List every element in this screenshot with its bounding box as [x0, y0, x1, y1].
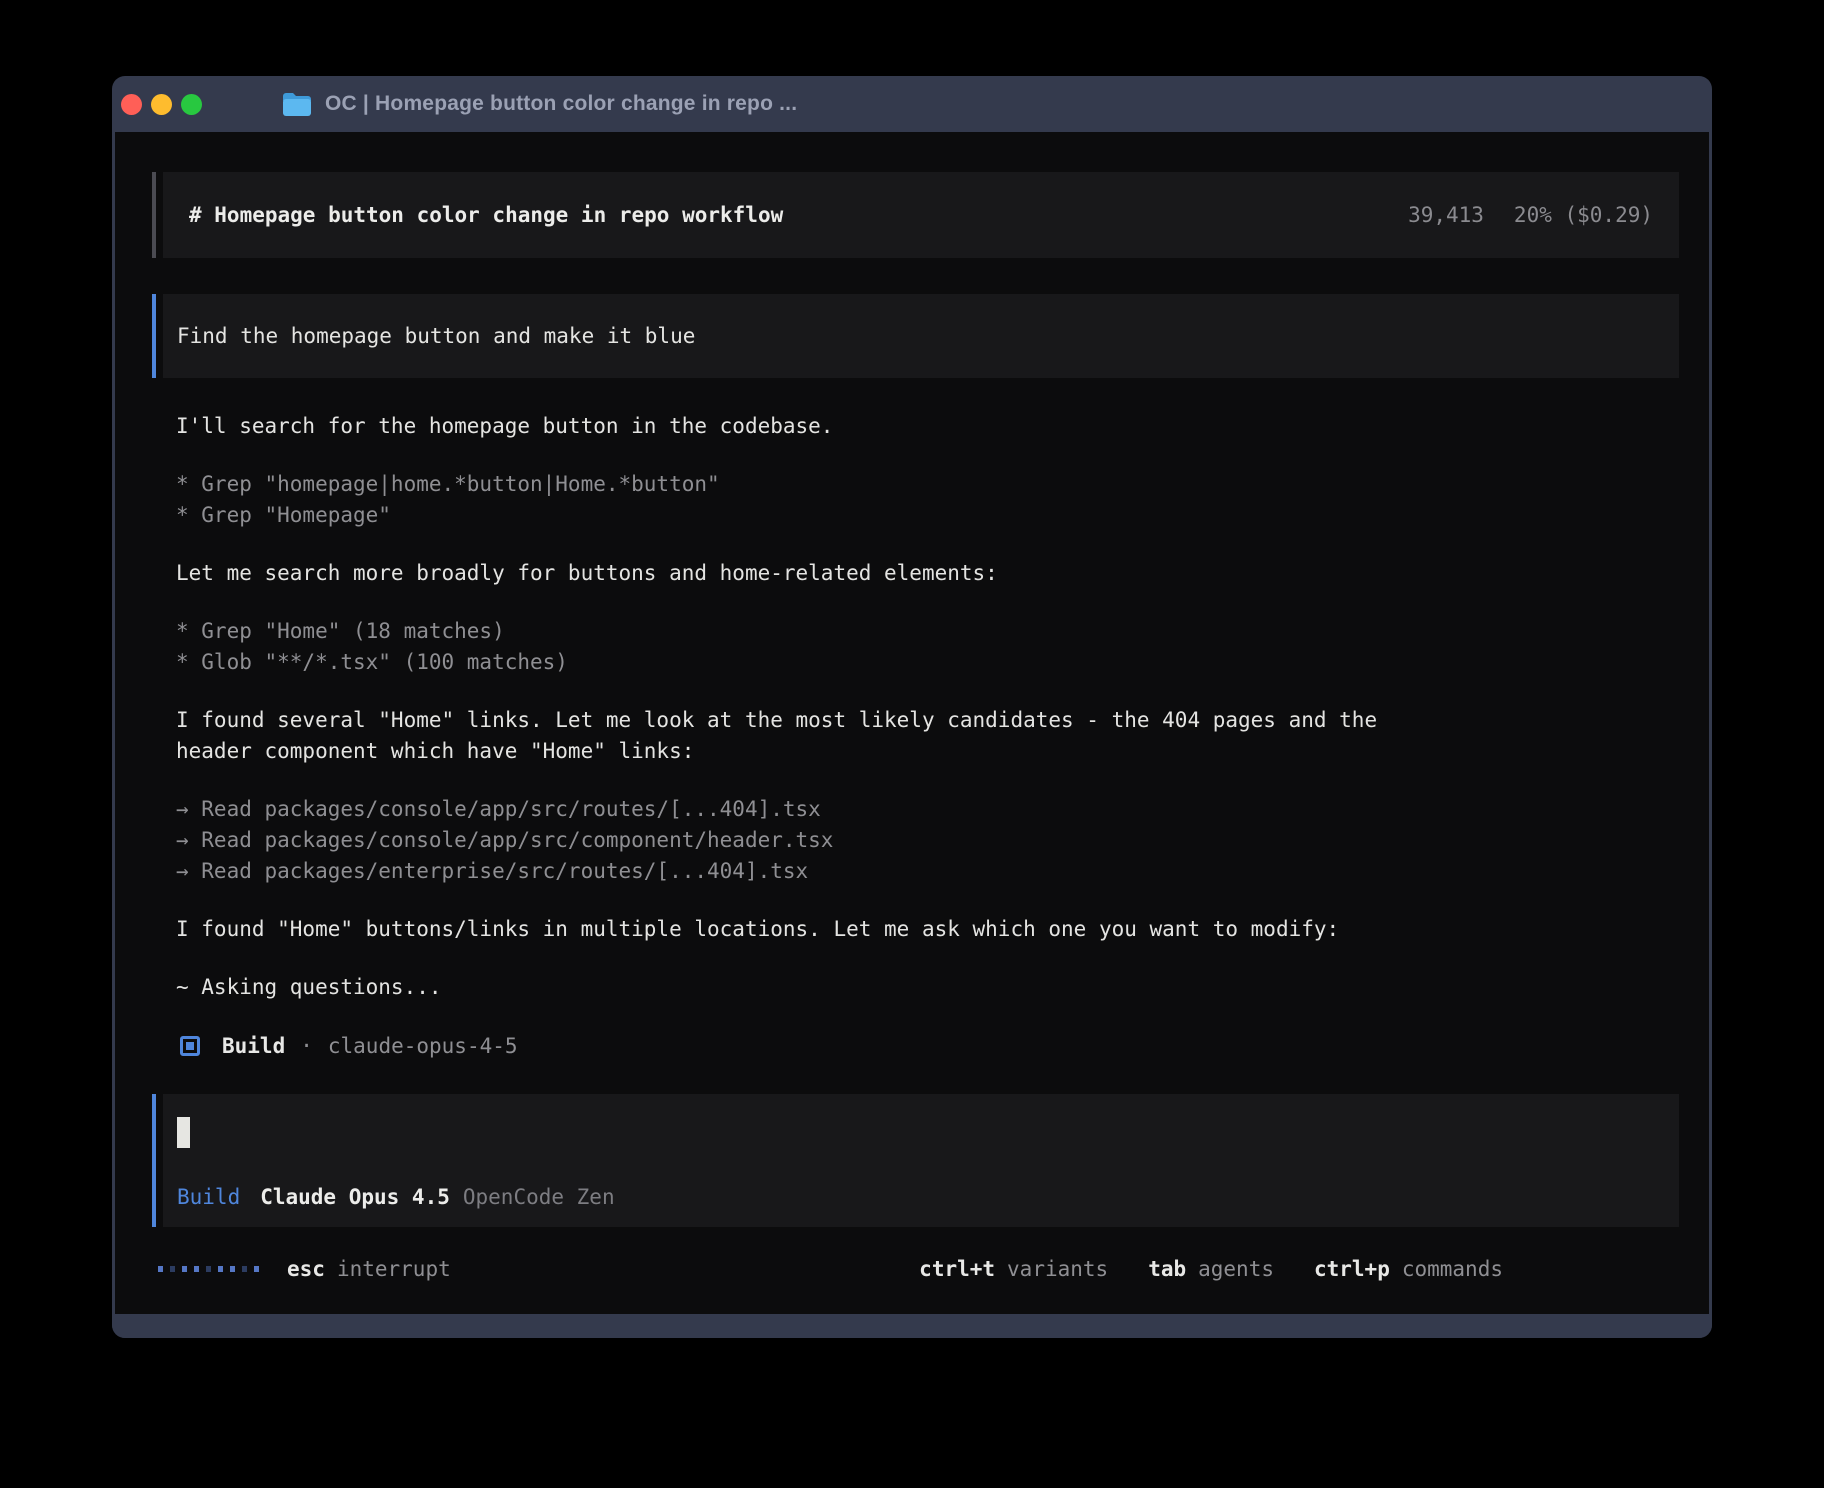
transcript-line: I found "Home" buttons/links in multiple… — [176, 914, 1679, 945]
spinner-dot — [242, 1266, 247, 1272]
agent-separator: · — [300, 1034, 313, 1058]
agent-name: Build — [222, 1034, 285, 1058]
token-count: 39,413 — [1408, 203, 1484, 227]
transcript-spacer — [176, 589, 1679, 616]
user-message-rail — [152, 294, 156, 378]
transcript-line: * Grep "homepage|home.*button|Home.*butt… — [176, 469, 1679, 500]
spinner-dot — [230, 1266, 235, 1272]
window-titlebar[interactable]: OC | Homepage button color change in rep… — [112, 76, 1712, 132]
composer-meta: Build Claude Opus 4.5 OpenCode Zen — [177, 1182, 1659, 1213]
keybind-key: ctrl+t — [919, 1257, 995, 1281]
folder-icon — [282, 92, 312, 117]
keybind-hint-interrupt: esc interrupt — [287, 1257, 451, 1281]
keybind-label: agents — [1198, 1257, 1274, 1281]
keybind-key: ctrl+p — [1314, 1257, 1390, 1281]
transcript-line: → Read packages/enterprise/src/routes/[.… — [176, 856, 1679, 887]
build-agent-badge-icon — [180, 1036, 200, 1056]
user-message: Find the homepage button and make it blu… — [152, 294, 1679, 378]
keybind-hint-commands: ctrl+p commands — [1314, 1257, 1503, 1281]
session-header: # Homepage button color change in repo w… — [152, 172, 1679, 258]
agent-status-row: Build · claude-opus-4-5 — [180, 1030, 1679, 1061]
traffic-lights — [121, 94, 202, 115]
session-title: # Homepage button color change in repo w… — [189, 203, 783, 227]
transcript-line: * Glob "**/*.tsx" (100 matches) — [176, 647, 1679, 678]
status-bar: escinterrupt ctrl+tvariantstabagentsctrl… — [152, 1253, 1679, 1284]
transcript-spacer — [176, 678, 1679, 705]
terminal-content: # Homepage button color change in repo w… — [115, 132, 1709, 1314]
transcript-line: Let me search more broadly for buttons a… — [176, 558, 1679, 589]
keybind-label: variants — [1007, 1257, 1108, 1281]
spinner-dot — [218, 1266, 223, 1272]
keybind-hint-agents: tab agents — [1148, 1257, 1274, 1281]
keybind-label: interrupt — [337, 1257, 451, 1281]
composer-provider: OpenCode Zen — [463, 1182, 615, 1213]
terminal-window: OC | Homepage button color change in rep… — [112, 76, 1712, 1338]
text-cursor — [177, 1117, 190, 1148]
context-usage: 20% ($0.29) — [1514, 203, 1653, 227]
keybind-label: commands — [1402, 1257, 1503, 1281]
keybind-hint-variants: ctrl+t variants — [919, 1257, 1108, 1281]
transcript: I'll search for the homepage button in t… — [176, 411, 1679, 1003]
spinner-dot — [206, 1266, 211, 1272]
transcript-spacer — [176, 887, 1679, 914]
maximize-button[interactable] — [181, 94, 202, 115]
spinner-dot — [194, 1266, 199, 1272]
keybind-hints-right: ctrl+t variants tab agents ctrl+p commands — [919, 1257, 1503, 1281]
transcript-spacer — [176, 945, 1679, 972]
transcript-line: I'll search for the homepage button in t… — [176, 411, 1679, 442]
spinner-dot — [158, 1266, 163, 1272]
keybind-key: esc — [287, 1257, 325, 1281]
spinner-dot — [170, 1266, 175, 1272]
transcript-spacer — [176, 442, 1679, 469]
window-bottom-chrome — [112, 1314, 1712, 1338]
transcript-spacer — [176, 531, 1679, 558]
spinner-dots — [158, 1266, 259, 1272]
transcript-line: ~ Asking questions... — [176, 972, 1679, 1003]
session-header-rail — [152, 172, 156, 258]
close-button[interactable] — [121, 94, 142, 115]
window-title: OC | Homepage button color change in rep… — [325, 92, 797, 116]
session-stats: 39,413 20% ($0.29) — [1408, 203, 1653, 227]
transcript-line: * Grep "Home" (18 matches) — [176, 616, 1679, 647]
keybind-key: tab — [1148, 1257, 1186, 1281]
minimize-button[interactable] — [151, 94, 172, 115]
transcript-line: → Read packages/console/app/src/componen… — [176, 825, 1679, 856]
spinner-dot — [182, 1266, 187, 1272]
agent-model: claude-opus-4-5 — [328, 1034, 518, 1058]
composer-model: Claude Opus 4.5 — [260, 1182, 450, 1213]
transcript-line: header component which have "Home" links… — [176, 736, 1679, 767]
spinner-dot — [254, 1266, 259, 1272]
transcript-spacer — [176, 767, 1679, 794]
transcript-line: I found several "Home" links. Let me loo… — [176, 705, 1679, 736]
user-message-text: Find the homepage button and make it blu… — [163, 294, 1679, 378]
composer[interactable]: Build Claude Opus 4.5 OpenCode Zen — [152, 1094, 1679, 1227]
transcript-line: * Grep "Homepage" — [176, 500, 1679, 531]
composer-mode: Build — [177, 1182, 240, 1213]
composer-rail — [152, 1094, 156, 1227]
transcript-line: → Read packages/console/app/src/routes/[… — [176, 794, 1679, 825]
